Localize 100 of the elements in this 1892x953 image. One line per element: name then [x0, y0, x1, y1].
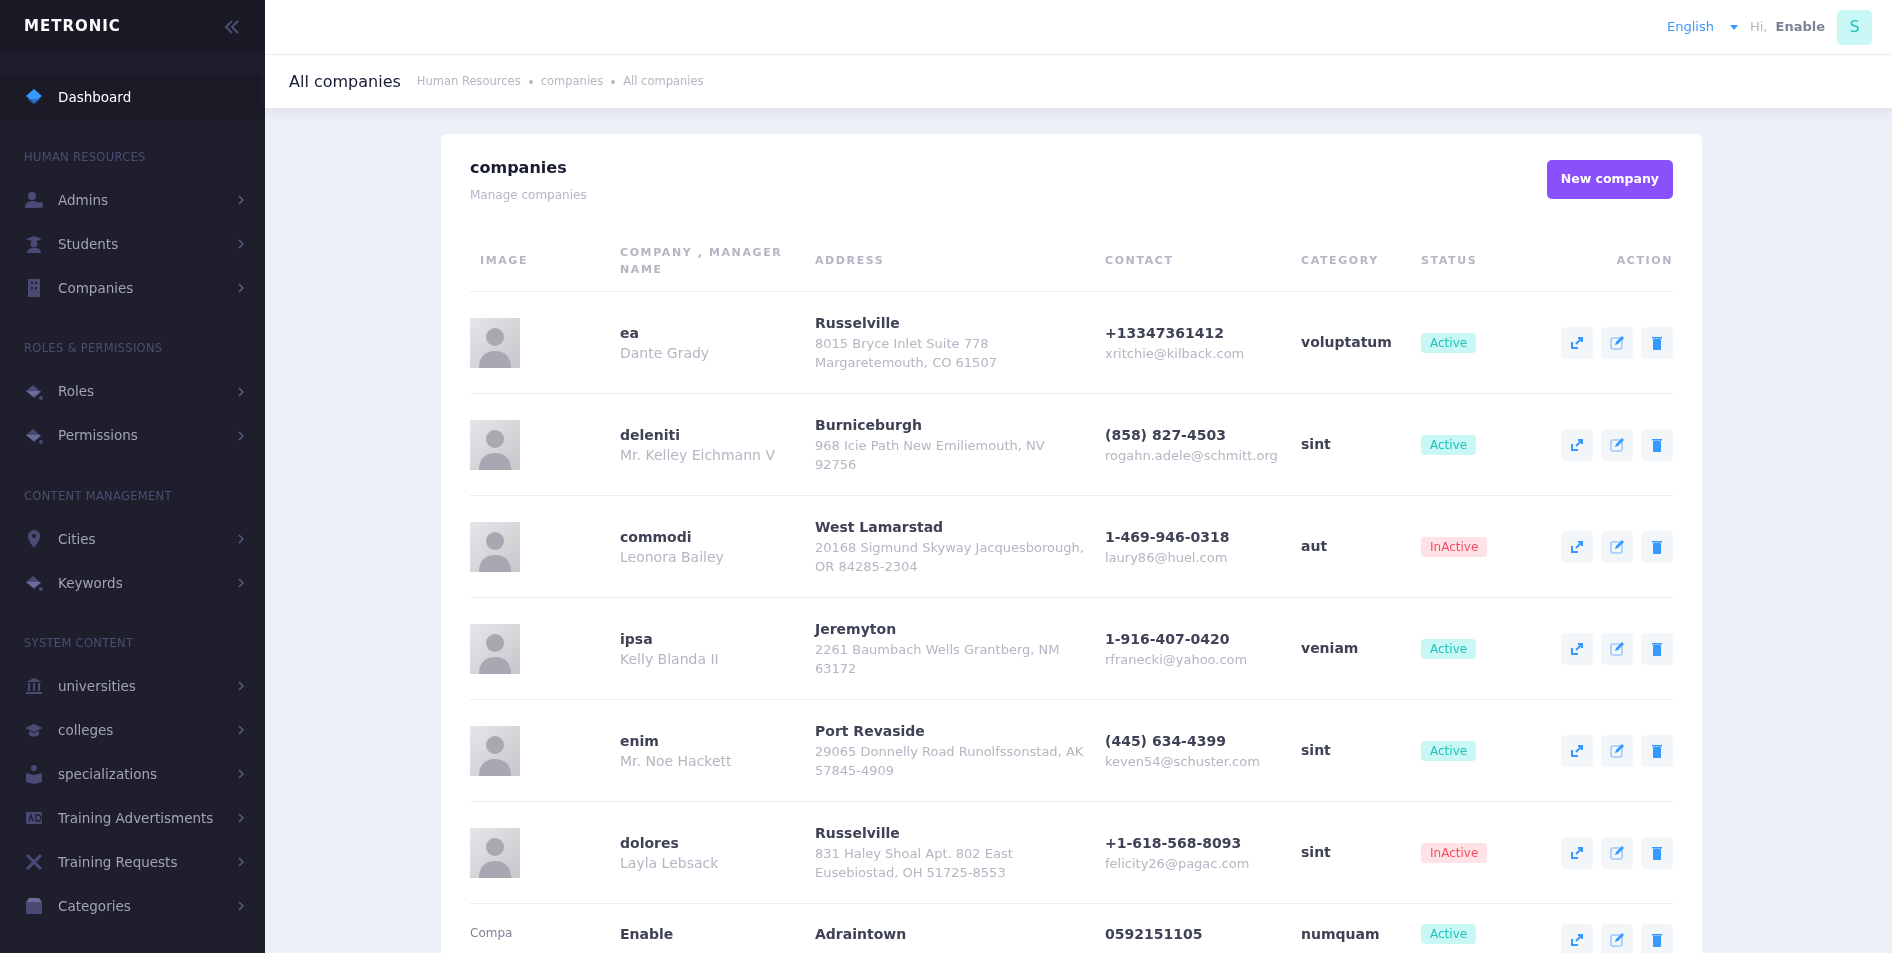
box-icon	[24, 896, 44, 916]
column-header: IMAGE	[479, 253, 530, 270]
open-icon	[1569, 436, 1585, 453]
email-address: keven54@schuster.com	[1105, 752, 1261, 771]
edit-button[interactable]	[1601, 530, 1633, 563]
trash-button[interactable]	[1641, 530, 1673, 563]
open-button[interactable]	[1561, 530, 1593, 563]
edit-icon	[1609, 436, 1625, 453]
sidebar-item[interactable]: Categories	[0, 884, 265, 928]
manager-name: Mr. Noe Hackett	[620, 751, 733, 771]
reader-icon	[24, 764, 44, 784]
street-address: 968 Icie Path New Emiliemouth, NV 92756	[815, 437, 1046, 474]
category-name: sint	[1301, 741, 1332, 760]
manager-name: Dante Grady	[620, 343, 711, 363]
user-name: Enable	[1775, 18, 1825, 37]
card-subtitle: Manage companies	[470, 187, 587, 204]
email-address: felicity26@pagac.com	[1105, 854, 1251, 873]
edit-icon	[1609, 640, 1625, 657]
sidebar-item[interactable]: Training Advertisments	[0, 796, 265, 840]
phone-number: 0592151105	[1105, 925, 1204, 944]
trash-icon	[1649, 334, 1665, 351]
edit-icon	[1609, 844, 1625, 861]
trash-icon	[1649, 538, 1665, 555]
sidebar-item[interactable]: Dashboard	[0, 75, 265, 119]
city-name: Jeremyton	[815, 620, 898, 639]
sidebar-section-title: HUMAN RESOURCES	[23, 149, 147, 166]
city-name: Russelville	[815, 824, 901, 843]
company-logo-placeholder	[470, 521, 520, 572]
company-name: Enable	[620, 925, 675, 944]
column-header: CONTACT	[1105, 253, 1175, 270]
company-logo-placeholder	[470, 827, 520, 878]
sidebar-item[interactable]: universities	[0, 664, 265, 708]
company-logo-placeholder	[470, 623, 520, 674]
trash-icon	[1649, 436, 1665, 453]
chevron-right-icon	[237, 533, 245, 544]
company-name: ea	[620, 323, 640, 343]
status-label: InActive	[1421, 842, 1488, 863]
open-button[interactable]	[1561, 734, 1593, 767]
edit-button[interactable]	[1601, 734, 1633, 767]
sidebar-item[interactable]: Admins	[0, 178, 265, 223]
sidebar-item[interactable]: Cities	[0, 516, 265, 561]
column-header: ADDRESS	[815, 253, 886, 270]
open-button[interactable]	[1561, 428, 1593, 461]
sidebar-section-title: SYSTEM CONTENT	[23, 634, 135, 652]
open-button[interactable]	[1561, 836, 1593, 869]
new-company-button[interactable]: New company	[1546, 160, 1673, 199]
company-logo-placeholder	[470, 317, 520, 368]
sidebar-section-title: CONTENT MANAGEMENT	[23, 487, 173, 505]
chevron-right-icon	[237, 769, 245, 779]
sidebar-item[interactable]: specializations	[0, 752, 265, 796]
user-gear-icon	[24, 190, 44, 211]
city-name: Adraintown	[815, 925, 908, 944]
sidebar-item[interactable]: Keywords	[0, 560, 265, 605]
layers-icon	[24, 87, 44, 107]
edit-icon	[1609, 538, 1625, 555]
edit-button[interactable]	[1601, 326, 1633, 359]
edit-button[interactable]	[1601, 632, 1633, 665]
trash-button[interactable]	[1641, 428, 1673, 461]
open-icon	[1569, 334, 1585, 351]
trash-icon	[1649, 932, 1665, 948]
trash-button[interactable]	[1641, 734, 1673, 767]
card-title: companies	[470, 157, 568, 179]
chevron-right-icon	[237, 283, 245, 294]
status-label: Active	[1421, 924, 1477, 944]
company-name: commodi	[620, 527, 693, 547]
trash-button[interactable]	[1641, 924, 1673, 953]
phone-number: 1-916-407-0420	[1105, 629, 1231, 649]
company-name: ipsa	[620, 629, 654, 649]
double-chevron-icon	[223, 18, 241, 35]
chevron-right-icon	[237, 430, 245, 441]
open-icon	[1569, 538, 1585, 555]
email-address: xritchie@kilback.com	[1105, 344, 1246, 363]
trash-button[interactable]	[1641, 836, 1673, 869]
email-address: laury86@huel.com	[1105, 548, 1229, 567]
trash-button[interactable]	[1641, 326, 1673, 359]
sidebar-item[interactable]: Roles	[0, 369, 265, 414]
sidebar-item[interactable]: colleges	[0, 708, 265, 752]
category-name: veniam	[1301, 639, 1360, 658]
sidebar-item[interactable]: Students	[0, 222, 265, 267]
edit-button[interactable]	[1601, 924, 1633, 953]
edit-button[interactable]	[1601, 428, 1633, 461]
sidebar-item[interactable]: Companies	[0, 266, 265, 311]
open-button[interactable]	[1561, 924, 1593, 953]
chevron-right-icon	[237, 239, 245, 250]
trash-icon	[1649, 742, 1665, 759]
open-button[interactable]	[1561, 326, 1593, 359]
edit-button[interactable]	[1601, 836, 1633, 869]
sidebar-item[interactable]: Permissions	[0, 413, 265, 458]
open-button[interactable]	[1561, 632, 1593, 665]
chevron-right-icon	[237, 725, 245, 735]
city-name: Burniceburgh	[815, 416, 923, 435]
trash-button[interactable]	[1641, 632, 1673, 665]
manager-name: Leonora Bailey	[620, 547, 725, 567]
sidebar-item[interactable]: Training Requests	[0, 840, 265, 884]
broken-image-text: Compa	[470, 925, 514, 942]
caret-down-icon	[1729, 24, 1738, 30]
column-header: COMPANY , MANAGER NAME	[620, 245, 784, 278]
trash-icon	[1649, 844, 1665, 861]
street-address: 2261 Baumbach Wells Grantberg, NM 63172	[815, 641, 1061, 678]
city-name: Port Revaside	[815, 722, 926, 741]
